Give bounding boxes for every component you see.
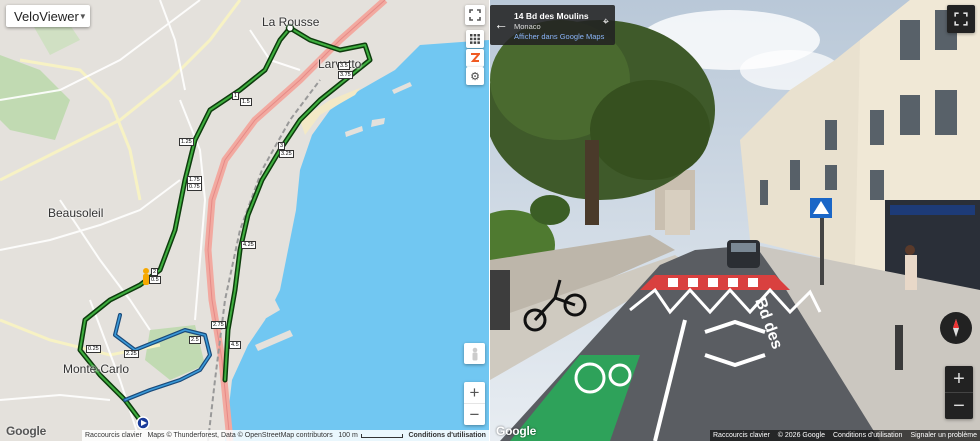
sv-copyright: © 2026 Google <box>777 432 825 439</box>
google-logo: Google <box>496 424 537 438</box>
layers-button[interactable] <box>466 30 484 48</box>
gear-icon: ⚙ <box>470 70 480 83</box>
map-scale: 100 m <box>338 432 403 439</box>
street-view-info-card: ← 14 Bd des Moulins Monaco Afficher dans… <box>490 5 615 45</box>
km-marker: 2 <box>151 268 159 276</box>
km-marker: 3.5 <box>338 62 350 70</box>
km-marker: 0.25 <box>86 345 101 353</box>
google-logo: Google <box>6 424 47 438</box>
strava-button[interactable] <box>466 49 484 67</box>
z-logo-icon <box>470 53 480 62</box>
view-in-google-maps-link[interactable]: Afficher dans Google Maps <box>514 32 604 41</box>
fullscreen-button[interactable] <box>465 5 485 25</box>
km-marker: 1 <box>232 92 240 100</box>
km-marker: 1.25 <box>179 138 194 146</box>
chevron-down-icon: ▼ <box>78 11 87 21</box>
app-selector-label: VeloViewer <box>14 8 79 24</box>
scale-bar <box>360 433 403 438</box>
compass-control[interactable] <box>940 312 972 344</box>
km-marker: 3.25 <box>279 150 294 158</box>
street-view-panorama[interactable]: Bd des ← 14 Bd des Moulins Monaco Affich… <box>490 0 980 441</box>
grid-icon <box>470 34 480 44</box>
place-label: Beausoleil <box>48 206 104 220</box>
zoom-in-button[interactable]: + <box>464 382 485 403</box>
km-marker: 3.75 <box>338 71 353 79</box>
compass-icon <box>953 319 959 337</box>
fullscreen-icon <box>469 9 481 21</box>
sv-attribution: Raccourcis clavier © 2026 Google Conditi… <box>710 430 980 441</box>
person-icon <box>472 347 477 360</box>
km-marker: 4.25 <box>241 241 256 249</box>
map-zoom-control: + − <box>464 382 485 425</box>
km-marker: 0.5 <box>149 276 161 284</box>
sv-fullscreen-button[interactable] <box>947 5 975 33</box>
app-selector-dropdown[interactable]: VeloViewer ▼ <box>6 5 90 27</box>
report-problem-link[interactable]: Signaler un problème <box>910 432 977 439</box>
sv-keyboard-shortcuts-link[interactable]: Raccourcis clavier <box>713 432 770 439</box>
km-marker: 1.75 <box>187 176 202 184</box>
km-marker: 4.5 <box>229 341 241 349</box>
route-map[interactable]: La Rousse Larvotto Beausoleil Monte-Carl… <box>0 0 489 441</box>
street-city: Monaco <box>514 22 541 31</box>
pegman-control[interactable] <box>464 343 485 364</box>
location-pin-icon[interactable]: ⌖ <box>603 16 609 29</box>
sv-terms-link[interactable]: Conditions d'utilisation <box>833 432 902 439</box>
map-data-credit: Maps © Thunderforest, Data © OpenStreetM… <box>147 432 333 439</box>
settings-button[interactable]: ⚙ <box>466 67 484 85</box>
map-attribution: Raccourcis clavier Maps © Thunderforest,… <box>82 430 489 441</box>
km-marker: 0.75 <box>187 183 202 191</box>
km-marker: 1.5 <box>240 98 252 106</box>
sv-zoom-control: + − <box>945 366 973 419</box>
street-address: 14 Bd des Moulins <box>514 11 589 21</box>
place-label: Monte-Carlo <box>63 362 130 376</box>
back-arrow-icon[interactable]: ← <box>494 16 508 32</box>
km-marker: 2.25 <box>124 350 139 358</box>
km-marker: 2.5 <box>189 336 201 344</box>
street-view-image[interactable]: Bd des <box>490 0 980 441</box>
fullscreen-icon <box>954 12 968 26</box>
terms-link[interactable]: Conditions d'utilisation <box>408 432 486 439</box>
sv-zoom-out-button[interactable]: − <box>945 392 973 419</box>
place-label: La Rousse <box>262 15 320 29</box>
keyboard-shortcuts-link[interactable]: Raccourcis clavier <box>85 432 142 439</box>
km-marker: 2.75 <box>211 321 226 329</box>
sv-zoom-in-button[interactable]: + <box>945 366 973 392</box>
km-marker: 3 <box>278 142 286 150</box>
zoom-out-button[interactable]: − <box>464 403 485 425</box>
